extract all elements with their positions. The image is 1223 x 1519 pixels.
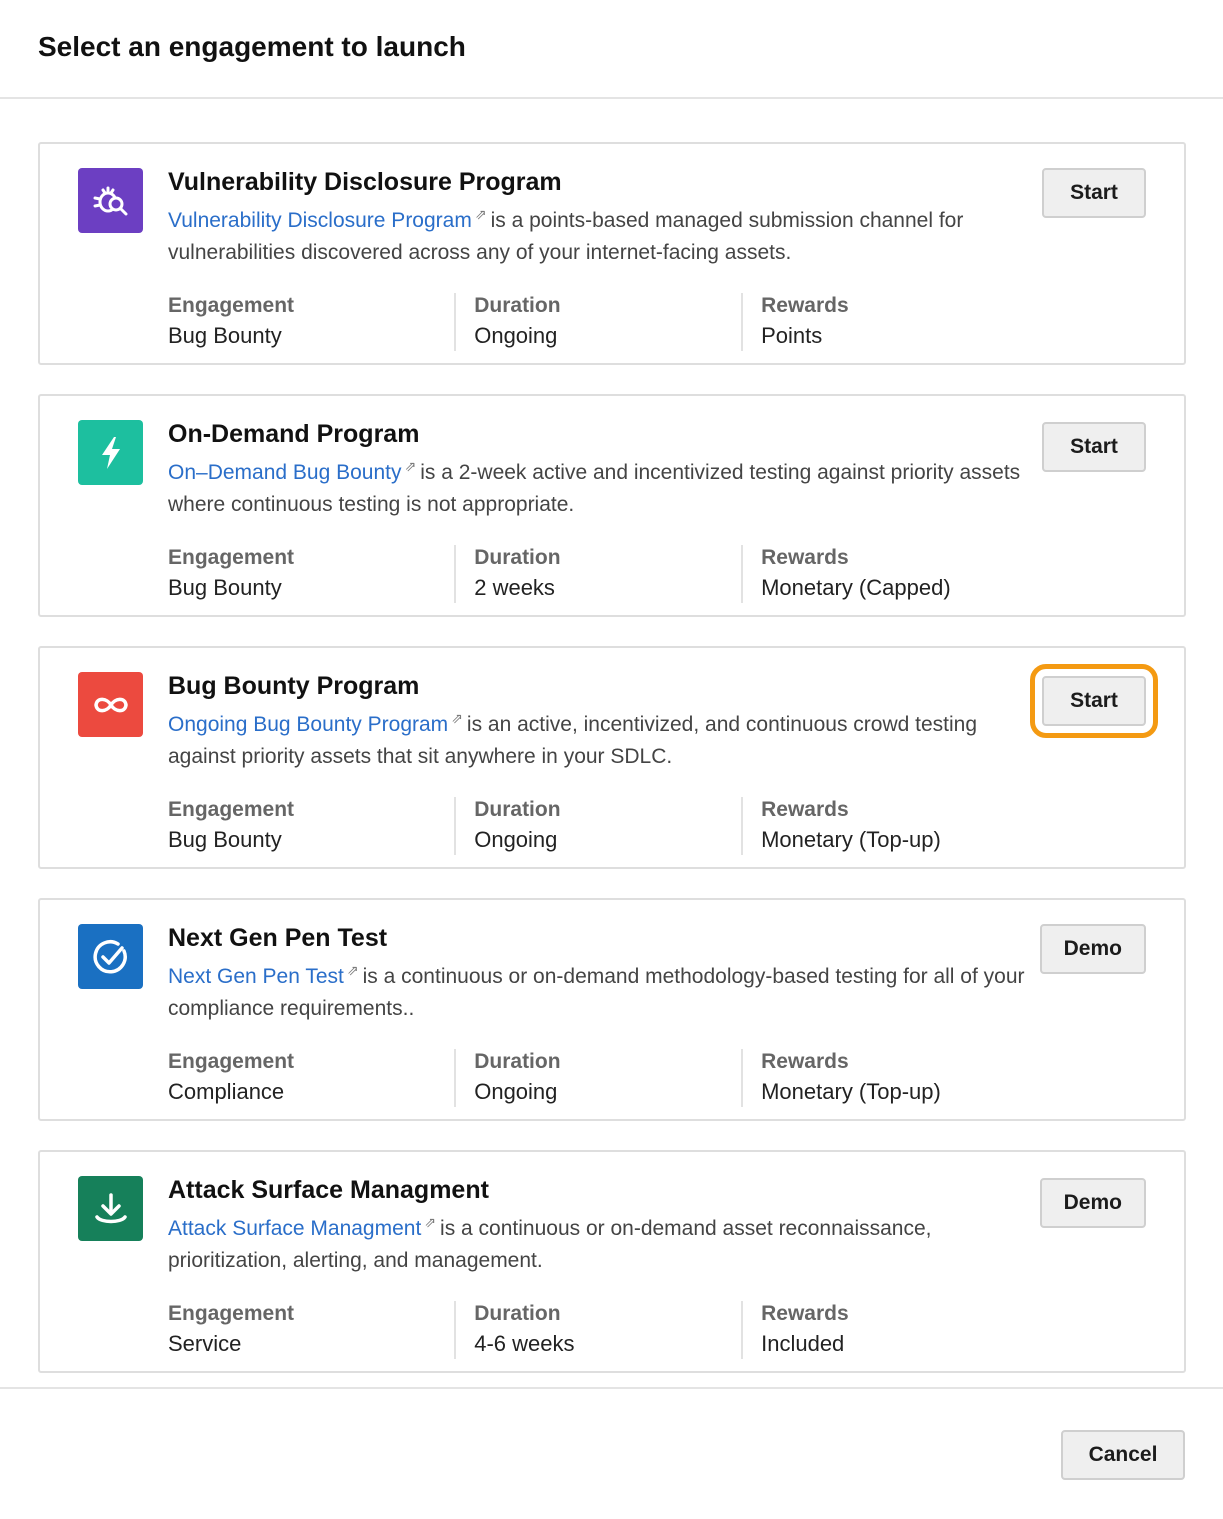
stat-label: Duration — [474, 798, 561, 821]
external-link-icon: ⇗ — [474, 206, 487, 222]
card-title: Vulnerability Disclosure Program — [168, 168, 562, 196]
stat-value: Bug Bounty — [168, 575, 282, 600]
stat-label: Duration — [474, 546, 561, 569]
stat-label: Engagement — [168, 1302, 295, 1325]
stat-label: Rewards — [761, 798, 849, 821]
stat-engagement: Engagement Service — [168, 1299, 454, 1359]
check-circle-icon — [78, 924, 143, 989]
lightning-bolt-icon — [78, 420, 143, 485]
stat-value: Monetary (Top-up) — [761, 827, 941, 852]
stat-label: Duration — [474, 294, 561, 317]
infinity-icon — [78, 672, 143, 737]
stat-value: 2 weeks — [474, 575, 555, 600]
stat-value: Compliance — [168, 1079, 285, 1104]
stat-label: Rewards — [761, 1302, 849, 1325]
card-link-on-demand[interactable]: On–Demand Bug Bounty — [168, 461, 401, 484]
card-title: Bug Bounty Program — [168, 672, 420, 700]
card-content: Vulnerability Disclosure Program Vulnera… — [168, 166, 1028, 351]
card-stats: Engagement Bug Bounty Duration Ongoing R… — [168, 291, 1028, 351]
external-link-icon: ⇗ — [424, 1214, 437, 1230]
card-link-asm[interactable]: Attack Surface Managment — [168, 1217, 421, 1240]
card-link-vdp[interactable]: Vulnerability Disclosure Program — [168, 209, 472, 232]
card-content: Next Gen Pen Test Next Gen Pen Test ⇗ is a… — [168, 922, 1028, 1107]
stat-value: 4-6 weeks — [474, 1331, 575, 1356]
stat-rewards: Rewards Points — [741, 291, 1028, 351]
stat-value: Monetary (Capped) — [761, 575, 951, 600]
external-link-icon: ⇗ — [404, 458, 417, 474]
cancel-button[interactable]: Cancel — [1061, 1430, 1185, 1480]
stat-value: Ongoing — [474, 1079, 558, 1104]
stat-value: Monetary (Top-up) — [761, 1079, 941, 1104]
card-link-pen-test[interactable]: Next Gen Pen Test — [168, 965, 344, 988]
card-title: Next Gen Pen Test — [168, 924, 388, 952]
stat-value: Points — [761, 323, 823, 348]
stat-value: Bug Bounty — [168, 323, 282, 348]
stat-label: Engagement — [168, 546, 295, 569]
stat-rewards: Rewards Included — [741, 1299, 1028, 1359]
engagement-card-vdp: Vulnerability Disclosure Program Vulnera… — [38, 142, 1186, 365]
stat-duration: Duration Ongoing — [454, 1047, 741, 1107]
stat-rewards: Rewards Monetary (Capped) — [741, 543, 1028, 603]
dialog-title: Select an engagement to launch — [38, 30, 466, 62]
stat-duration: Duration Ongoing — [454, 795, 741, 855]
stat-duration: Duration Ongoing — [454, 291, 741, 351]
card-title: On-Demand Program — [168, 420, 420, 448]
download-icon — [78, 1176, 143, 1241]
start-button-bug-bounty[interactable]: Start — [1030, 664, 1158, 738]
card-stats: Engagement Bug Bounty Duration 2 weeks R… — [168, 543, 1028, 603]
stat-value: Ongoing — [474, 827, 558, 852]
stat-label: Engagement — [168, 1050, 295, 1073]
card-description: Ongoing Bug Bounty Program ⇗ is an active,… — [168, 702, 1028, 773]
card-stats: Engagement Bug Bounty Duration Ongoing R… — [168, 795, 1028, 855]
stat-label: Rewards — [761, 294, 849, 317]
stat-value: Ongoing — [474, 323, 558, 348]
stat-label: Engagement — [168, 798, 295, 821]
card-content: Bug Bounty Program Ongoing Bug Bounty Pr… — [168, 670, 1028, 855]
card-description: On–Demand Bug Bounty ⇗ is a 2-week active … — [168, 450, 1028, 521]
stat-duration: Duration 2 weeks — [454, 543, 741, 603]
stat-value: Service — [168, 1331, 242, 1356]
start-button-on-demand[interactable]: Start — [1042, 422, 1146, 472]
card-content: Attack Surface Managment Attack Surface … — [168, 1174, 1028, 1359]
card-title: Attack Surface Managment — [168, 1176, 489, 1204]
stat-engagement: Engagement Compliance — [168, 1047, 454, 1107]
stat-engagement: Engagement Bug Bounty — [168, 291, 454, 351]
engagement-card-pen-test: Next Gen Pen Test Next Gen Pen Test ⇗ is a… — [38, 898, 1186, 1121]
start-button-vdp[interactable]: Start — [1042, 168, 1146, 218]
stat-engagement: Engagement Bug Bounty — [168, 795, 454, 855]
external-link-icon: ⇗ — [451, 710, 463, 726]
external-link-icon: ⇗ — [346, 962, 359, 978]
card-description: Attack Surface Managment ⇗ is a continuous… — [168, 1206, 1028, 1277]
engagement-card-asm: Attack Surface Managment Attack Surface … — [38, 1150, 1186, 1373]
dialog-header: Select an engagement to launch — [0, 0, 1223, 99]
stat-label: Duration — [474, 1302, 561, 1325]
card-stats: Engagement Compliance Duration Ongoing R… — [168, 1047, 1028, 1107]
card-stats: Engagement Service Duration 4-6 weeks Re… — [168, 1299, 1028, 1359]
card-content: On-Demand Program On–Demand Bug Bounty ⇗ i… — [168, 418, 1028, 603]
bug-search-icon — [78, 168, 143, 233]
engagement-list: Vulnerability Disclosure Program Vulnera… — [38, 142, 1186, 1402]
card-link-bug-bounty[interactable]: Ongoing Bug Bounty Program — [168, 713, 448, 736]
demo-button-asm[interactable]: Demo — [1039, 1178, 1146, 1228]
stat-rewards: Rewards Monetary (Top-up) — [741, 795, 1028, 855]
stat-duration: Duration 4-6 weeks — [454, 1299, 741, 1359]
stat-label: Duration — [474, 1050, 561, 1073]
stat-label: Rewards — [761, 1050, 849, 1073]
stat-value: Bug Bounty — [168, 827, 282, 852]
stat-label: Rewards — [761, 546, 849, 569]
stat-value: Included — [761, 1331, 845, 1356]
stat-label: Engagement — [168, 294, 295, 317]
dialog-footer: Cancel — [0, 1387, 1223, 1519]
card-description: Vulnerability Disclosure Program ⇗ is a po… — [168, 198, 1028, 269]
stat-engagement: Engagement Bug Bounty — [168, 543, 454, 603]
card-description: Next Gen Pen Test ⇗ is a continuous or on-… — [168, 954, 1028, 1025]
engagement-card-bug-bounty: Bug Bounty Program Ongoing Bug Bounty Pr… — [38, 646, 1186, 869]
stat-rewards: Rewards Monetary (Top-up) — [741, 1047, 1028, 1107]
demo-button-pen-test[interactable]: Demo — [1039, 924, 1146, 974]
engagement-card-on-demand: On-Demand Program On–Demand Bug Bounty ⇗ i… — [38, 394, 1186, 617]
